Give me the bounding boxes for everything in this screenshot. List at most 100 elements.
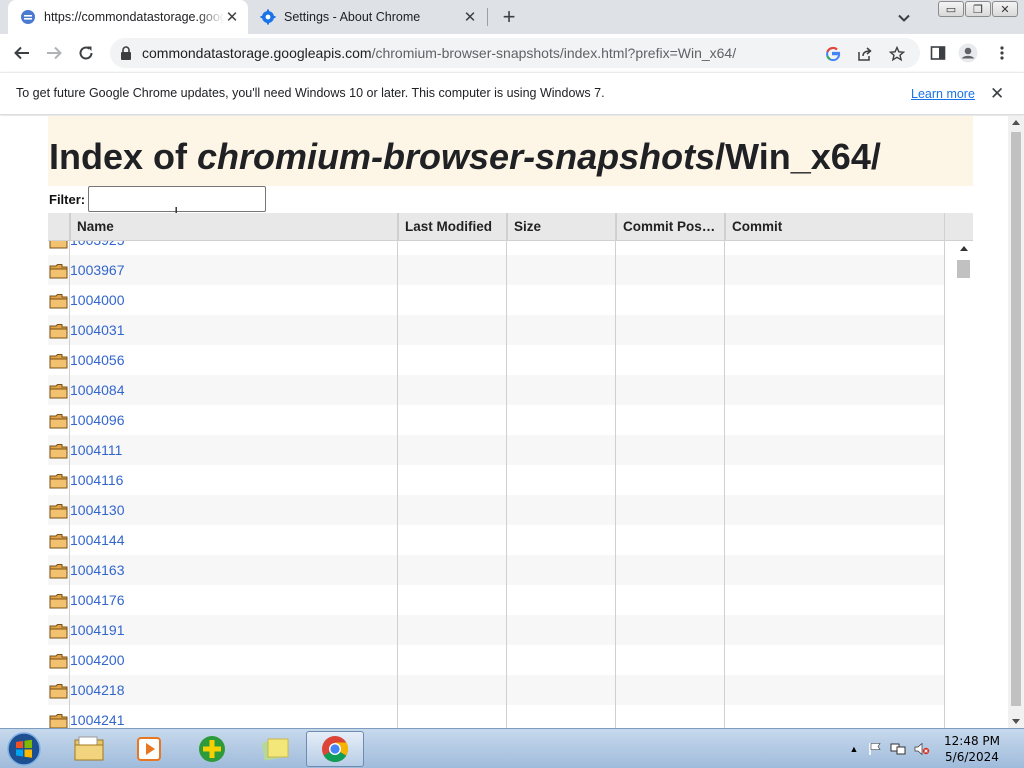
media-player-icon <box>137 737 161 761</box>
folder-icon <box>49 241 68 249</box>
tab-commondatastorage[interactable]: https://commondatastorage.googleapis.com… <box>8 0 248 34</box>
back-button[interactable] <box>10 41 34 65</box>
tab-close-icon[interactable]: ✕ <box>224 9 240 26</box>
taskbar-explorer[interactable] <box>60 731 118 767</box>
folder-icon <box>49 683 68 699</box>
tab-close-icon[interactable]: ✕ <box>462 9 478 26</box>
grid-scrollbar[interactable] <box>955 241 972 728</box>
table-row: 1004176 <box>48 585 944 615</box>
url-host: commondatastorage.googleapis.com <box>142 45 372 61</box>
show-hidden-icons-icon[interactable]: ▲ <box>846 741 862 757</box>
folder-icon <box>49 413 68 429</box>
taskbar-media-player[interactable] <box>120 731 178 767</box>
tab-title: Settings - About Chrome <box>284 10 421 24</box>
folder-link[interactable]: 1004056 <box>70 352 125 368</box>
folder-link[interactable]: 1004176 <box>70 592 125 608</box>
update-infobar: To get future Google Chrome updates, you… <box>0 72 1024 115</box>
share-icon[interactable] <box>856 45 874 63</box>
grid-scroll-thumb[interactable] <box>957 260 970 278</box>
column-header[interactable]: Commit <box>725 213 944 241</box>
table-row: 1004084 <box>48 375 944 405</box>
column-header[interactable]: Size <box>507 213 616 241</box>
taskbar-chrome[interactable] <box>306 731 364 767</box>
folder-link[interactable]: 1004116 <box>70 472 123 488</box>
bookmark-star-icon[interactable] <box>888 45 906 63</box>
minimize-button[interactable]: ▭ <box>938 1 964 17</box>
folder-link[interactable]: 1004144 <box>70 532 125 548</box>
filter-label: Filter: <box>49 192 86 207</box>
folder-icon <box>49 353 68 369</box>
column-divider <box>506 213 507 728</box>
folder-link[interactable]: 1004031 <box>70 322 125 338</box>
folder-icon <box>49 533 68 549</box>
column-header[interactable]: Name <box>70 213 398 241</box>
side-panel-icon[interactable] <box>928 43 948 63</box>
page-scroll-up-icon[interactable] <box>1012 120 1020 125</box>
folder-link[interactable]: 1004218 <box>70 682 125 698</box>
scroll-up-arrow-icon[interactable] <box>960 246 968 251</box>
chrome-logo-icon <box>322 736 349 763</box>
url-path: /chromium-browser-snapshots/index.html?p… <box>371 45 737 61</box>
column-header[interactable]: Commit Pos… <box>616 213 725 241</box>
settings-gear-icon <box>260 9 276 25</box>
url-text[interactable]: commondatastorage.googleapis.com/chromiu… <box>142 45 736 61</box>
folder-link[interactable]: 1004163 <box>70 562 125 578</box>
tab-settings-about-chrome[interactable]: Settings - About Chrome ✕ <box>250 0 486 34</box>
taskbar-green-app[interactable] <box>183 731 241 767</box>
folder-icon <box>49 593 68 609</box>
forward-button[interactable] <box>42 41 66 65</box>
column-header[interactable]: Last Modified <box>398 213 507 241</box>
windows-orb-icon <box>7 732 41 766</box>
start-button[interactable] <box>4 731 44 767</box>
column-divider <box>944 213 945 728</box>
profile-avatar-icon[interactable] <box>958 43 978 63</box>
system-clock[interactable]: 12:48 PM 5/6/2024 <box>932 733 1012 765</box>
grid-rows[interactable]: 1003925 1003967 1004000 1004031 1004056 10040… <box>48 241 944 728</box>
column-divider <box>397 213 398 728</box>
table-row: 1003967 <box>48 255 944 285</box>
folder-link[interactable]: 1004241 <box>70 712 125 728</box>
page-scroll-down-icon[interactable] <box>1012 719 1020 724</box>
reload-button[interactable] <box>74 41 98 65</box>
folder-link[interactable]: 1004111 <box>70 442 122 458</box>
volume-muted-icon[interactable] <box>914 741 930 757</box>
maximize-button[interactable]: ❐ <box>965 1 991 17</box>
folder-link[interactable]: 1004191 <box>70 622 125 638</box>
page-title: Index of chromium-browser-snapshots/Win_… <box>49 136 881 178</box>
folder-link[interactable]: 1003925 <box>70 241 125 248</box>
table-row: 1004096 <box>48 405 944 435</box>
folder-link[interactable]: 1004096 <box>70 412 125 428</box>
page-scroll-thumb[interactable] <box>1011 132 1021 706</box>
infobar-close-icon[interactable]: ✕ <box>990 84 1004 104</box>
folder-link[interactable]: 1004000 <box>70 292 125 308</box>
chrome-menu-icon[interactable] <box>992 43 1012 63</box>
page-globe-icon <box>20 9 36 25</box>
table-row: 1004144 <box>48 525 944 555</box>
page-scrollbar[interactable] <box>1008 116 1024 728</box>
new-tab-button[interactable]: + <box>497 4 521 29</box>
tab-strip: https://commondatastorage.googleapis.com… <box>0 0 1024 34</box>
tab-search-chevron-icon[interactable] <box>895 9 913 27</box>
folder-link[interactable]: 1004200 <box>70 652 125 668</box>
tab-title: https://commondatastorage.googleapis.com… <box>44 10 224 24</box>
table-row: 1004163 <box>48 555 944 585</box>
taskbar-sticky-notes[interactable] <box>246 731 304 767</box>
lock-icon[interactable] <box>120 46 132 65</box>
column-divider <box>69 213 70 728</box>
reload-icon <box>79 46 93 60</box>
forward-arrow-icon <box>47 46 62 60</box>
learn-more-link[interactable]: Learn more <box>911 87 975 101</box>
address-bar[interactable]: commondatastorage.googleapis.com/chromiu… <box>110 38 920 68</box>
title-bucket: chromium-browser-snapshots <box>197 136 716 177</box>
table-row: 1004000 <box>48 285 944 315</box>
windows-taskbar: ▲ 12:48 PM 5/6/2024 <box>0 728 1024 768</box>
folder-icon <box>49 473 68 489</box>
folder-link[interactable]: 1003967 <box>70 262 125 278</box>
folder-link[interactable]: 1004084 <box>70 382 125 398</box>
folder-link[interactable]: 1004130 <box>70 502 125 518</box>
action-center-flag-icon[interactable] <box>867 741 883 757</box>
column-divider <box>615 213 616 728</box>
close-window-button[interactable]: ✕ <box>992 1 1018 17</box>
google-lens-icon[interactable] <box>824 45 842 63</box>
network-icon[interactable] <box>890 741 906 757</box>
